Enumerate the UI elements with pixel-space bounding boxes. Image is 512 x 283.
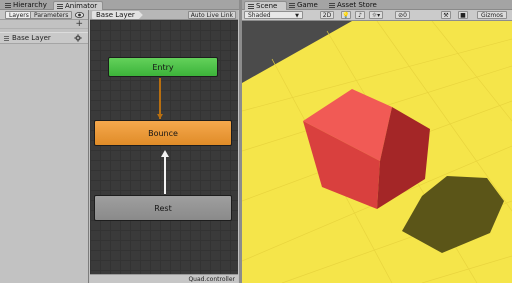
tab-game[interactable]: Game <box>286 1 322 10</box>
editor-root: Hierarchy Animator Layers Parameters + B… <box>0 0 512 283</box>
gizmos-label: Gizmos <box>480 12 504 19</box>
tab-asset-store[interactable]: Asset Store <box>326 1 386 10</box>
tab-animator[interactable]: Animator <box>53 1 103 10</box>
state-rest[interactable]: Rest <box>94 195 232 221</box>
tab-animator-label: Animator <box>65 2 98 10</box>
gizmos-dropdown[interactable]: Gizmos <box>477 11 507 19</box>
shading-mode-value: Shaded <box>248 12 271 19</box>
camera-icon[interactable]: ■ <box>458 11 468 19</box>
animator-icon <box>57 4 63 9</box>
scene-viewport[interactable] <box>242 21 512 283</box>
animator-window: Hierarchy Animator Layers Parameters + B… <box>0 0 240 283</box>
light-icon[interactable]: 💡 <box>341 11 351 19</box>
hidden-objects-toggle[interactable]: ⊘0 <box>395 11 410 19</box>
hierarchy-icon <box>5 3 11 8</box>
tab-layers[interactable]: Layers <box>5 11 33 19</box>
layer-item-base[interactable]: Base Layer <box>0 32 88 44</box>
scene-window: Scene Game Asset Store Shaded ▼ 2D 💡 ♪ ☼… <box>242 0 512 283</box>
tab-asset-store-label: Asset Store <box>337 1 377 9</box>
scene-toolbar: Shaded ▼ 2D 💡 ♪ ☼▾ ⊘0 ⚒ ■ Gizmos <box>242 10 512 21</box>
controller-file-label: Quad.controller <box>188 276 235 283</box>
state-machine-graph[interactable]: Base Layer Auto Live Link Entry Bounce R… <box>90 10 238 283</box>
add-layer-button[interactable]: + <box>75 20 83 29</box>
add-layer-row: + <box>0 20 88 29</box>
effects-icon[interactable]: ☼▾ <box>369 11 383 19</box>
transition-arrow-head-icon <box>161 150 169 157</box>
right-tab-bar: Scene Game Asset Store <box>242 0 512 10</box>
scene-icon <box>248 4 254 9</box>
rest-to-bounce-transition[interactable] <box>164 152 166 194</box>
graph-header: Base Layer Auto Live Link <box>90 10 238 20</box>
tab-scene[interactable]: Scene <box>244 1 287 10</box>
auto-live-link-button[interactable]: Auto Live Link <box>187 11 236 19</box>
asset-store-icon <box>329 3 335 8</box>
breadcrumb-base-layer[interactable]: Base Layer <box>92 11 143 19</box>
toggle-2d-button[interactable]: 2D <box>320 11 334 19</box>
tab-hierarchy[interactable]: Hierarchy <box>2 1 49 10</box>
graph-footer: Quad.controller <box>90 274 238 283</box>
scene-render[interactable] <box>242 21 512 283</box>
layer-name: Base Layer <box>12 34 51 42</box>
state-bounce[interactable]: Bounce <box>94 120 232 146</box>
tools-icon[interactable]: ⚒ <box>441 11 451 19</box>
entry-transition-arrow[interactable] <box>159 78 161 119</box>
layers-panel: Layers Parameters + Base Layer <box>0 10 89 283</box>
shading-mode-dropdown[interactable]: Shaded ▼ <box>244 11 303 19</box>
left-tab-bar: Hierarchy Animator <box>0 0 240 10</box>
tab-game-label: Game <box>297 1 318 9</box>
tab-hierarchy-label: Hierarchy <box>13 1 47 9</box>
game-icon <box>289 3 295 8</box>
audio-icon[interactable]: ♪ <box>355 11 365 19</box>
tab-scene-label: Scene <box>256 2 278 10</box>
hidden-count: 0 <box>403 12 407 19</box>
state-entry[interactable]: Entry <box>108 57 218 77</box>
gear-icon[interactable] <box>74 34 82 45</box>
tab-parameters[interactable]: Parameters <box>30 11 73 19</box>
entry-arrow-head-icon <box>157 114 163 119</box>
chevron-down-icon: ▼ <box>295 13 299 19</box>
drag-handle-icon[interactable] <box>4 36 9 42</box>
